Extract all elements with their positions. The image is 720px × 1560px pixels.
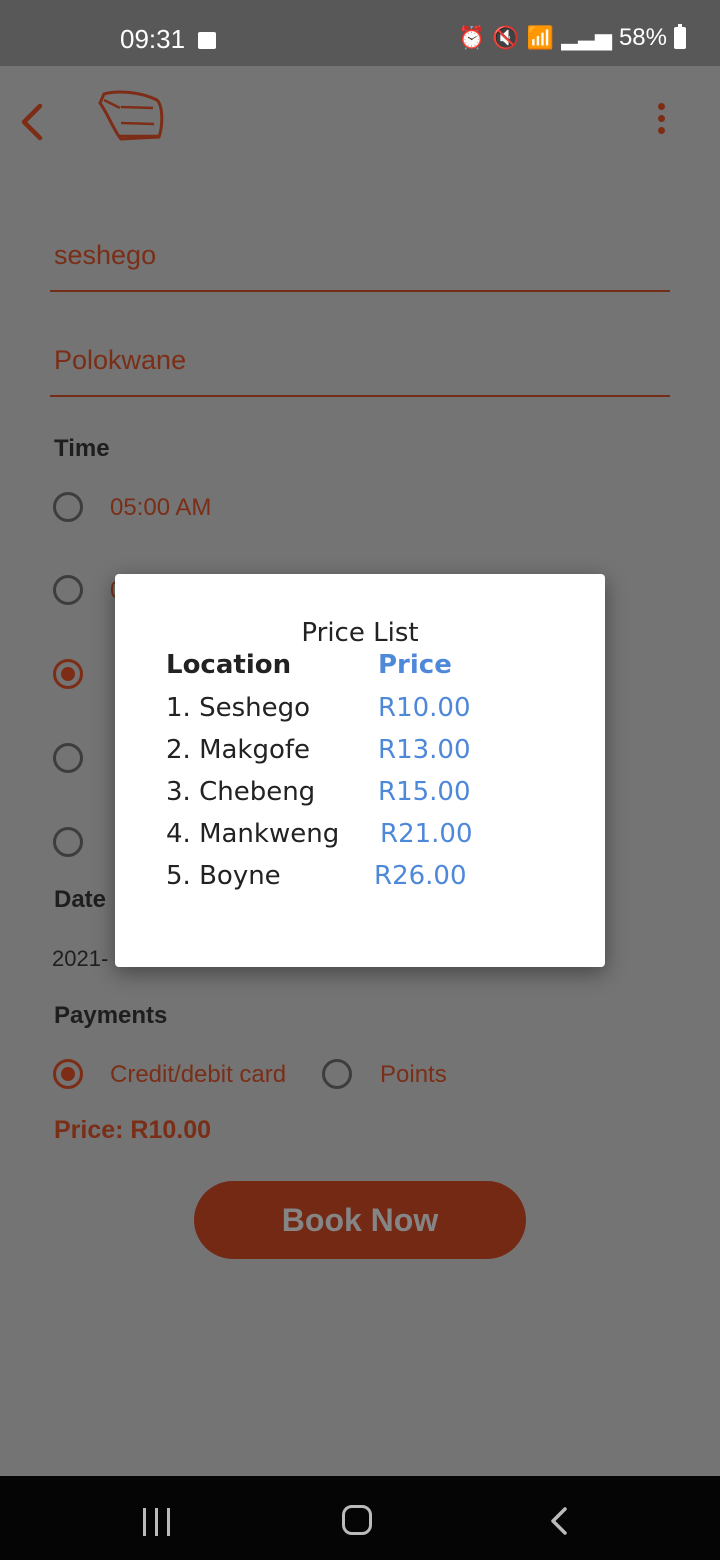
book-now-button[interactable]: Book Now xyxy=(194,1181,526,1259)
battery-percentage: 58% xyxy=(618,24,667,51)
kebab-menu-icon[interactable] xyxy=(655,103,667,141)
points-radio[interactable] xyxy=(322,1059,352,1089)
system-navigation-bar xyxy=(0,1476,720,1560)
mute-icon: 🔇 xyxy=(492,25,520,50)
payments-heading: Payments xyxy=(54,1002,168,1029)
location-row: 5. Boyne xyxy=(166,861,281,891)
price-list-title: Price List xyxy=(301,618,419,648)
alarm-icon: ⏰ xyxy=(457,25,486,50)
gallery-icon xyxy=(198,32,216,49)
signal-icon: ▂▃▅ xyxy=(561,25,612,50)
time-radio-1[interactable] xyxy=(53,492,83,522)
date-heading: Date xyxy=(54,886,107,913)
time-radio-3[interactable] xyxy=(53,659,83,689)
price-summary: Price: R10.00 xyxy=(54,1116,212,1144)
recent-apps-icon[interactable] xyxy=(143,1508,171,1536)
bus-logo-icon xyxy=(98,90,164,141)
price-row: R21.00 xyxy=(380,819,473,849)
wifi-icon: 📶 xyxy=(526,25,555,50)
price-header: Price xyxy=(378,650,452,680)
location-row: 1. Seshego xyxy=(166,693,311,723)
price-row: R26.00 xyxy=(374,861,467,891)
location-row: 2. Makgofe xyxy=(166,735,311,765)
back-icon[interactable] xyxy=(548,1506,570,1536)
credit-card-radio[interactable] xyxy=(53,1059,83,1089)
from-field[interactable]: seshego xyxy=(50,240,670,292)
price-row: R10.00 xyxy=(378,693,471,723)
status-bar: 09:31 ⏰ 🔇 📶 ▂▃▅ 58% xyxy=(0,0,720,66)
back-chevron-icon[interactable] xyxy=(16,102,48,142)
location-row: 3. Chebeng xyxy=(166,777,316,807)
time-radio-4[interactable] xyxy=(53,743,83,773)
time-option-1-label: 05:00 AM xyxy=(110,494,212,521)
location-header: Location xyxy=(166,650,292,680)
time-radio-2[interactable] xyxy=(53,575,83,605)
credit-card-label: Credit/debit card xyxy=(110,1061,287,1088)
date-value[interactable]: 2021- xyxy=(52,946,108,972)
time-radio-5[interactable] xyxy=(53,827,83,857)
status-time: 09:31 xyxy=(120,24,186,54)
price-list-dialog: Price List Location Price 1. Seshego R10… xyxy=(115,574,605,967)
price-row: R13.00 xyxy=(378,735,471,765)
location-row: 4. Mankweng xyxy=(166,819,340,849)
price-row: R15.00 xyxy=(378,777,471,807)
home-icon[interactable] xyxy=(342,1505,372,1535)
time-heading: Time xyxy=(54,435,110,462)
status-icons: ⏰ 🔇 📶 ▂▃▅ 58% xyxy=(458,24,686,52)
points-label: Points xyxy=(380,1061,447,1088)
battery-icon xyxy=(674,24,686,49)
to-field[interactable]: Polokwane xyxy=(50,345,670,397)
